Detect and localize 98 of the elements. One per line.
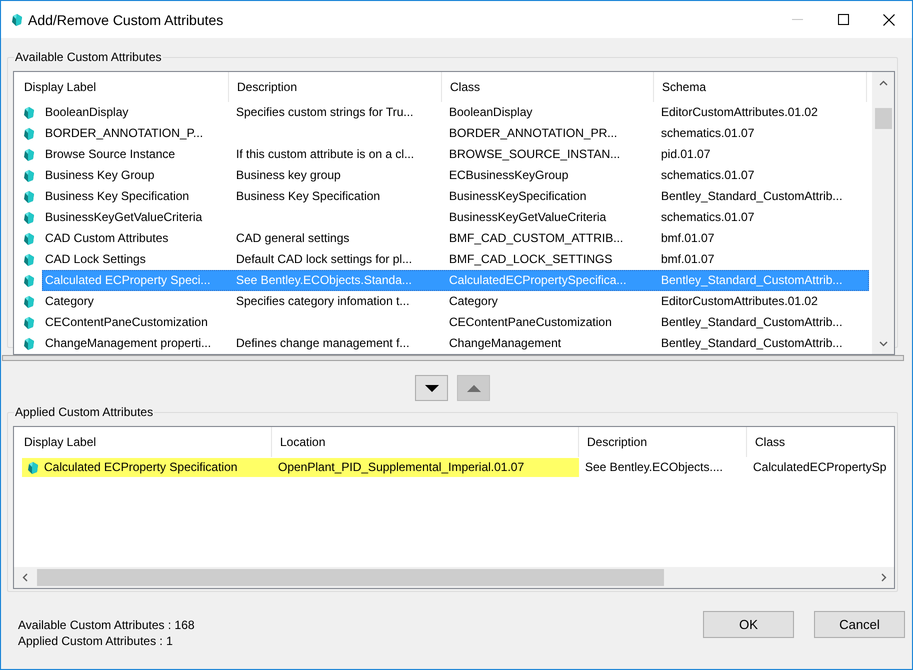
column-header[interactable]: Schema <box>654 72 867 102</box>
column-header[interactable]: Display Label <box>14 72 229 102</box>
table-cell: Bentley_Standard_CustomAttrib... <box>661 336 842 350</box>
up-triangle-icon <box>466 384 480 392</box>
table-cell: CAD Custom Attributes <box>45 231 168 245</box>
app-icon <box>12 14 22 26</box>
gem-icon <box>24 128 34 140</box>
table-cell: Calculated ECProperty Specification <box>44 458 272 477</box>
table-cell: CEContentPaneCustomization <box>45 315 208 329</box>
maximize-icon[interactable] <box>838 14 848 25</box>
table-cell: Business Key Specification <box>45 189 190 203</box>
table-cell: bmf.01.07 <box>661 231 714 245</box>
table-cell: ChangeManagement properti... <box>45 336 212 350</box>
gem-icon <box>24 232 34 244</box>
table-cell: CEContentPaneCustomization <box>449 315 612 329</box>
scroll-thumb[interactable] <box>875 108 892 129</box>
column-header[interactable]: Display Label <box>14 427 272 457</box>
table-cell: Bentley_Standard_CustomAttrib... <box>661 189 842 203</box>
gem-icon <box>24 316 34 328</box>
list-row[interactable]: CAD Custom Attributes CAD general settings BMF_CAD_CUSTOM_ATTRIB... bmf.01.07 <box>42 228 869 249</box>
table-cell-text: See Bentley.ECObjects.... <box>584 459 724 476</box>
table-cell: EditorCustomAttributes.01.02 <box>661 294 818 308</box>
table-cell: ChangeManagement <box>449 336 562 350</box>
list-row[interactable]: ChangeManagement properti... Defines change management f... ChangeManagement Bentley_Standard_CustomAttrib... <box>42 333 869 354</box>
scroll-thumb[interactable] <box>37 569 664 586</box>
gem-icon <box>24 254 34 266</box>
scrollbar[interactable] <box>872 72 894 354</box>
gem-icon <box>24 296 34 308</box>
column-header[interactable]: Location <box>272 427 579 457</box>
table-cell: Business key group <box>236 168 341 182</box>
gem-icon <box>24 170 34 182</box>
gem-icon <box>24 190 34 202</box>
group-label: Applied Custom Attributes <box>14 405 154 419</box>
table-cell: BMF_CAD_LOCK_SETTINGS <box>449 252 612 266</box>
list-row[interactable]: BORDER_ANNOTATION_P... BORDER_ANNOTATION_PR... schematics.01.07 <box>42 123 869 144</box>
table-cell: Browse Source Instance <box>45 147 176 161</box>
table-cell: BooleanDisplay <box>449 105 532 119</box>
ok-button[interactable]: OK <box>703 611 794 638</box>
table-cell: CAD general settings <box>236 231 350 245</box>
group-label: Available Custom Attributes <box>14 50 163 64</box>
table-cell: bmf.01.07 <box>661 252 714 266</box>
status-text: Applied Custom Attributes : 1 <box>18 633 174 649</box>
list-row[interactable]: BooleanDisplay Specifies custom strings for Tru... BooleanDisplay EditorCustomAttributes.01.02 <box>42 102 869 123</box>
gem-icon <box>24 148 34 160</box>
table-cell: Bentley_Standard_CustomAttrib... <box>661 273 842 287</box>
column-header[interactable]: Description <box>579 427 747 457</box>
gem-icon <box>24 106 34 118</box>
table-cell: BusinessKeyGetValueCriteria <box>449 210 606 224</box>
gem-icon <box>28 462 38 474</box>
table-cell: CalculatedECPropertySpecifica... <box>449 273 626 287</box>
table-cell-text: CalculatedECPropertySp <box>752 459 888 476</box>
gem-icon <box>24 212 34 224</box>
table-cell: Default CAD lock settings for pl... <box>236 252 412 266</box>
table-cell: schematics.01.07 <box>661 210 754 224</box>
close-icon[interactable] <box>883 14 895 26</box>
list-row[interactable]: CAD Lock Settings Default CAD lock settings for pl... BMF_CAD_LOCK_SETTINGS bmf.01.07 <box>42 249 869 270</box>
table-cell: Business Key Specification <box>236 189 380 203</box>
move-down-button[interactable] <box>415 375 448 401</box>
table-cell: schematics.01.07 <box>661 126 754 140</box>
list-row[interactable]: Business Key Group Business key group ECBusinessKeyGroup schematics.01.07 <box>42 165 869 186</box>
list-row[interactable]: Browse Source Instance If this custom attribute is on a cl... BROWSE_SOURCE_INSTAN... pid.01.07 <box>42 144 869 165</box>
table-cell: BMF_CAD_CUSTOM_ATTRIB... <box>449 231 624 245</box>
table-cell: BORDER_ANNOTATION_P... <box>45 126 204 140</box>
cancel-button[interactable]: Cancel <box>814 611 905 638</box>
table-cell: CAD Lock Settings <box>45 252 146 266</box>
table-cell: BusinessKeyGetValueCriteria <box>45 210 202 224</box>
table-cell: Category <box>449 294 498 308</box>
column-header[interactable]: Class <box>442 72 654 102</box>
table-cell: EditorCustomAttributes.01.02 <box>661 105 818 119</box>
status-text: Available Custom Attributes : 168 <box>18 617 195 633</box>
table-cell: Bentley_Standard_CustomAttrib... <box>661 315 842 329</box>
table-cell: See Bentley.ECObjects.Standa... <box>236 273 412 287</box>
gem-icon <box>24 274 34 286</box>
table-cell: Business Key Group <box>45 168 154 182</box>
table-cell: schematics.01.07 <box>661 168 754 182</box>
table-cell: Category <box>45 294 94 308</box>
list-row[interactable]: Category Specifies category infomation t... Category EditorCustomAttributes.01.02 <box>42 291 869 312</box>
table-cell: BusinessKeySpecification <box>449 189 586 203</box>
table-cell: BORDER_ANNOTATION_PR... <box>449 126 618 140</box>
list-row[interactable]: BusinessKeyGetValueCriteria BusinessKeyGetValueCriteria schematics.01.07 <box>42 207 869 228</box>
table-cell: Calculated ECProperty Speci... <box>45 273 210 287</box>
gem-icon <box>24 338 34 350</box>
list-row[interactable]: Business Key Specification Business Key Specification BusinessKeySpecification Bentley_Standard_CustomAttrib... <box>42 186 869 207</box>
list-row[interactable]: CEContentPaneCustomization CEContentPaneCustomization Bentley_Standard_CustomAttrib... <box>42 312 869 333</box>
table-cell: OpenPlant_PID_Supplemental_Imperial.01.07 <box>272 458 579 477</box>
scrollbar[interactable] <box>14 567 894 588</box>
table-cell: Specifies custom strings for Tru... <box>236 105 414 119</box>
column-header[interactable]: Description <box>229 72 442 102</box>
window-title: Add/Remove Custom Attributes <box>28 12 224 28</box>
table-cell: BROWSE_SOURCE_INSTAN... <box>449 147 620 161</box>
column-header[interactable]: Class <box>747 427 894 457</box>
table-cell: ECBusinessKeyGroup <box>449 168 568 182</box>
table-cell: Specifies category infomation t... <box>236 294 410 308</box>
table-cell: If this custom attribute is on a cl... <box>236 147 414 161</box>
down-triangle-icon <box>424 384 438 392</box>
table-cell: BooleanDisplay <box>45 105 128 119</box>
table-cell: pid.01.07 <box>661 147 710 161</box>
table-cell: Defines change management f... <box>236 336 410 350</box>
